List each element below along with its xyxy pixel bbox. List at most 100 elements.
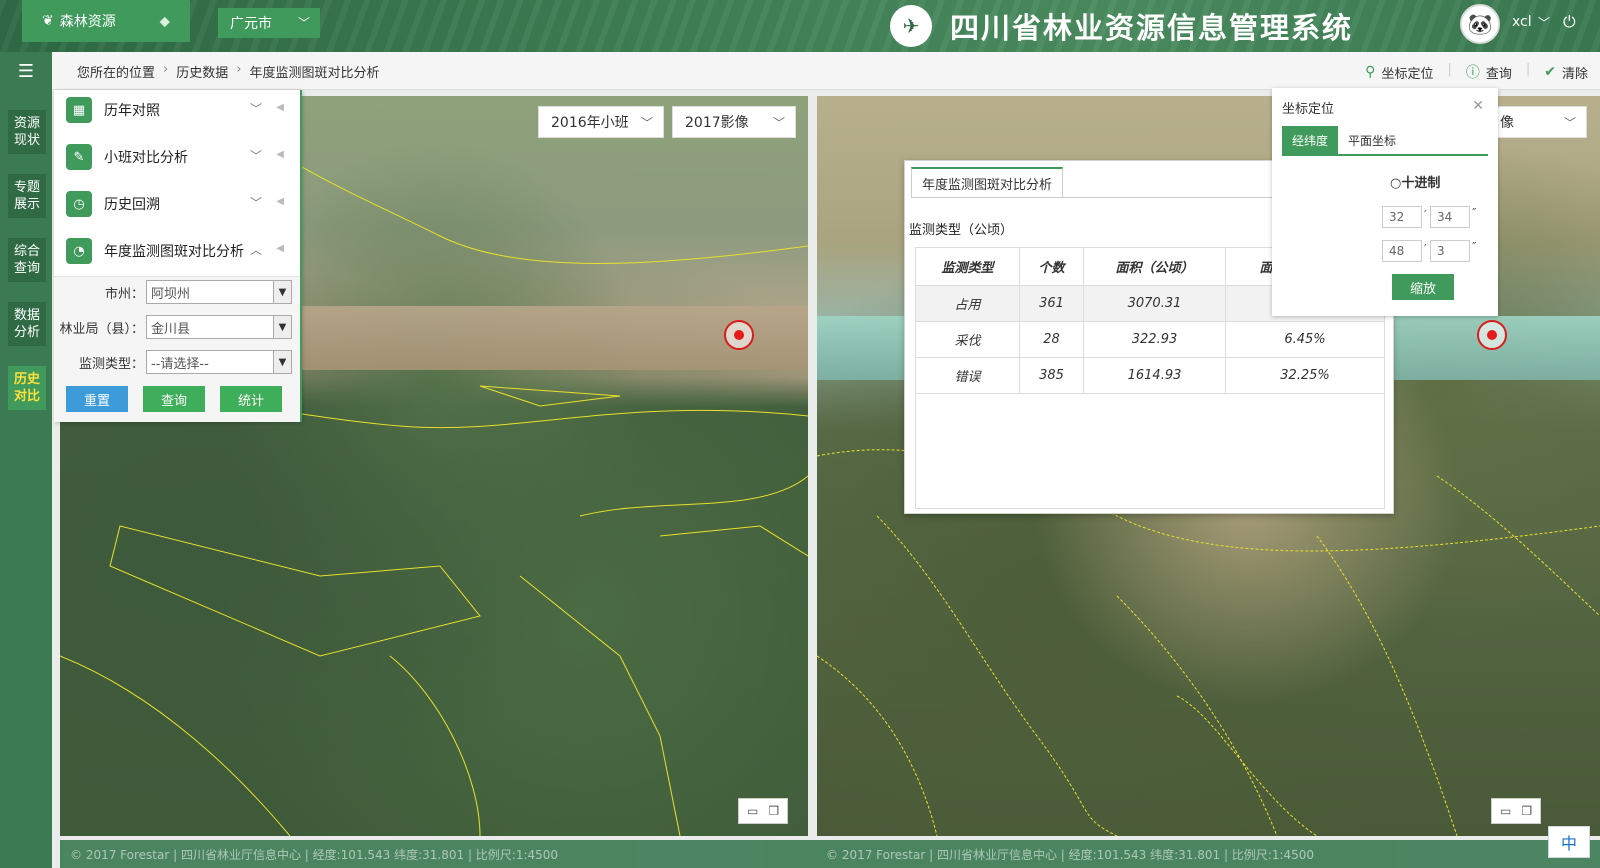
restore-icon[interactable]: ❐: [1521, 804, 1532, 818]
query-submit-button[interactable]: 查询: [143, 386, 205, 412]
county-dropdown-value: 金川县: [151, 321, 191, 337]
chevron-down-icon: ﹀: [297, 16, 310, 30]
rail-item-thematic[interactable]: 专题展示: [8, 174, 46, 218]
chevron-down-icon: ﹀: [640, 116, 653, 130]
map-view-controls[interactable]: ▭ ❐: [738, 798, 789, 824]
cell-type: 采伐: [915, 321, 1020, 358]
breadcrumb-current: 年度监测图斑对比分析: [249, 66, 380, 81]
toolbar-divider: |: [1447, 62, 1452, 77]
cell-percent: 6.45%: [1225, 321, 1385, 358]
toolbar-divider: |: [1525, 62, 1531, 77]
brand-tab[interactable]: ❦ 森林资源 ⬥: [22, 0, 190, 42]
locate-label: 坐标定位: [1381, 66, 1434, 82]
close-icon[interactable]: ✕: [1472, 98, 1484, 114]
cell-count: 361: [1019, 285, 1084, 322]
collapse-arrow-icon: ◀: [276, 149, 284, 160]
user-chevron-down-icon[interactable]: ﹀: [1538, 14, 1550, 31]
rail-item-analysis[interactable]: 数据分析: [8, 302, 46, 346]
rail-item-history[interactable]: 历史对比: [8, 366, 46, 410]
map-pin-icon: ⚲: [1365, 64, 1376, 80]
city-dropdown[interactable]: 阿坝州 ▼: [146, 280, 292, 304]
user-name[interactable]: xcl: [1512, 14, 1532, 30]
reset-button[interactable]: 重置: [66, 386, 128, 412]
chevron-down-icon: ﹀: [772, 116, 785, 130]
column-header: 个数: [1019, 247, 1084, 286]
system-title: ✈ 四川省林业资源信息管理系统: [890, 5, 1353, 47]
dropdown-arrow-icon: ▼: [273, 281, 291, 303]
image-select[interactable]: 2017影像 ﹀: [672, 106, 796, 138]
chevron-down-icon: ﹀: [249, 196, 262, 210]
dialog-tab[interactable]: 年度监测图斑对比分析: [911, 167, 1064, 197]
image-value-right: 像: [1500, 115, 1514, 131]
cell-type: 错误: [915, 357, 1020, 394]
county-dropdown[interactable]: 金川县 ▼: [146, 315, 292, 339]
collapse-arrow-icon: ◀: [276, 243, 284, 254]
rail-item-resources[interactable]: 资源现状: [8, 110, 46, 154]
type-dropdown[interactable]: --请选择-- ▼: [146, 350, 292, 374]
query-label: 查询: [1485, 66, 1512, 82]
accordion-history-trace[interactable]: ◷ 历史回溯 ﹀ ◀: [54, 184, 294, 224]
broom-icon: ✔: [1544, 64, 1556, 80]
brand-label: 森林资源: [59, 14, 116, 30]
coord-tabs: 经纬度 平面坐标: [1282, 126, 1488, 156]
accordion-parcel-compare[interactable]: ✎ 小班对比分析 ﹀ ◀: [54, 137, 294, 177]
clear-button[interactable]: ✔ 清除: [1544, 62, 1588, 82]
map-view-controls[interactable]: ▭ ❐: [1491, 798, 1542, 824]
accordion-monitoring-compare[interactable]: ◔ 年度监测图斑对比分析 ︿ ◀: [54, 231, 294, 271]
second-mark: ″: [1472, 206, 1477, 220]
table-row[interactable]: 采伐 28 322.93 6.45%: [915, 321, 1385, 358]
stats-button[interactable]: 统计: [220, 386, 282, 412]
type-dropdown-value: --请选择--: [151, 356, 209, 372]
chevron-down-icon: ﹀: [249, 149, 262, 163]
tab-latlon[interactable]: 经纬度: [1282, 126, 1339, 154]
cell-percent: 32.25%: [1225, 357, 1385, 394]
restore-icon[interactable]: ❐: [768, 804, 779, 818]
image-select-right[interactable]: 像 ﹀: [1487, 106, 1587, 138]
locate-button[interactable]: ⚲ 坐标定位: [1365, 62, 1433, 82]
tab-plane[interactable]: 平面坐标: [1338, 126, 1406, 154]
chevron-down-icon: ﹀: [249, 102, 262, 116]
calendar-icon: ▦: [66, 97, 92, 123]
zoom-button[interactable]: 缩放: [1392, 274, 1454, 300]
accordion-label: 年度监测图斑对比分析: [104, 244, 244, 260]
window-icon[interactable]: ▭: [747, 804, 758, 818]
lon-seconds-input[interactable]: 34: [1430, 206, 1470, 228]
city-row: 市州： 阿坝州 ▼: [54, 280, 300, 304]
column-header: 面积（公顷）: [1083, 247, 1226, 286]
avatar[interactable]: 🐼: [1460, 4, 1500, 44]
accordion-annual-compare[interactable]: ▦ 历年对照 ﹀ ◀: [54, 90, 294, 130]
city-select[interactable]: 广元市 ﹀: [218, 8, 320, 38]
query-button[interactable]: ⓘ 查询: [1466, 62, 1512, 82]
tag-icon[interactable]: ⬥: [159, 12, 170, 30]
collapse-arrow-icon: ◀: [276, 196, 284, 207]
lat-seconds-input[interactable]: 3: [1430, 240, 1470, 262]
cell-area: 3070.31: [1083, 285, 1226, 322]
info-icon: ⓘ: [1465, 65, 1480, 81]
decimal-label: 十进制: [1401, 176, 1441, 191]
breadcrumb-separator-icon: ›: [236, 62, 242, 77]
table-row[interactable]: 错误 385 1614.93 32.25%: [915, 357, 1385, 394]
toolbar: ⚲ 坐标定位 | ⓘ 查询 | ✔ 清除: [1365, 62, 1588, 82]
ime-indicator[interactable]: 中: [1548, 826, 1590, 858]
city-dropdown-value: 阿坝州: [151, 286, 191, 302]
menu-toggle-button[interactable]: ☰: [0, 52, 52, 90]
window-icon[interactable]: ▭: [1500, 804, 1511, 818]
breadcrumb-history[interactable]: 历史数据: [176, 62, 228, 81]
minute-mark: ′: [1424, 208, 1427, 222]
layer-value: 2016年小班: [551, 115, 629, 131]
pie-chart-icon: ◔: [66, 238, 92, 264]
column-header: 监测类型: [915, 247, 1020, 286]
layer-select[interactable]: 2016年小班 ﹀: [538, 106, 664, 138]
breadcrumb-location: 您所在的位置: [77, 66, 156, 81]
city-label: 市州：: [104, 286, 144, 302]
lat-minutes-input[interactable]: 48: [1382, 240, 1422, 262]
clear-label: 清除: [1561, 66, 1588, 82]
type-label: 监测类型：: [78, 356, 144, 372]
power-icon[interactable]: ⏻: [1563, 12, 1576, 32]
image-value: 2017影像: [685, 115, 749, 131]
coord-title: 坐标定位: [1282, 102, 1335, 117]
accordion-label: 历史回溯: [104, 197, 160, 213]
lon-minutes-input[interactable]: 32: [1382, 206, 1422, 228]
decimal-radio[interactable]: ○十进制: [1390, 172, 1440, 191]
rail-item-query[interactable]: 综合查询: [8, 238, 46, 282]
